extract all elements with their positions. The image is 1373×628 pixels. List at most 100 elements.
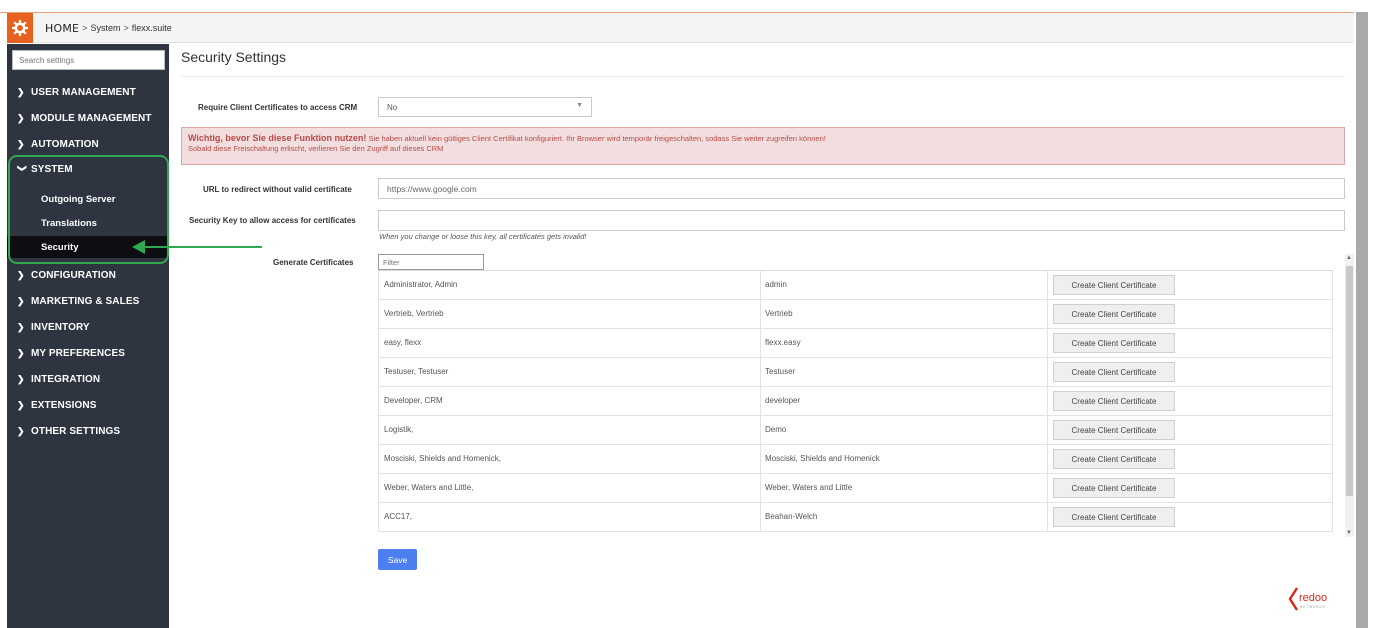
generate-certificates-label: Generate Certificates [273,258,354,267]
save-button[interactable]: Save [378,549,417,570]
breadcrumb-suite[interactable]: flexx.suite [132,23,172,33]
sidebar-item-integration[interactable]: ❯ INTEGRATION [7,367,169,391]
security-key-hint: When you change or loose this key, all c… [379,232,587,241]
column-divider [1047,503,1048,532]
column-divider [1047,474,1048,503]
security-key-label: Security Key to allow access for certifi… [189,216,356,225]
create-client-certificate-button[interactable]: Create Client Certificate [1053,449,1175,469]
user-name-cell: Testuser, Testuser [384,367,449,376]
breadcrumb-separator: > [123,23,129,33]
sidebar-item-label: CONFIGURATION [31,269,116,281]
column-divider [760,300,761,329]
warning-alert: Wichtig, bevor Sie diese Funktion nutzen… [181,127,1345,165]
user-name-cell: Administrator, Admin [384,280,458,289]
username-cell: Mosciski, Shields and Homenick [765,454,880,463]
security-key-input[interactable] [378,210,1345,231]
filter-input[interactable] [378,254,484,270]
app-window: HOME > System > flexx.suite ❯ USER MANAG… [0,0,1373,628]
chevron-right-icon: ❯ [17,321,25,332]
create-client-certificate-button[interactable]: Create Client Certificate [1053,391,1175,411]
sidebar-item-my-preferences[interactable]: ❯ MY PREFERENCES [7,341,169,365]
column-divider [760,387,761,416]
sidebar-item-marketing-sales[interactable]: ❯ MARKETING & SALES [7,289,169,313]
user-name-cell: ACC17, [384,512,413,521]
username-cell: Beahan-Welch [765,512,818,521]
username-cell: flexx.easy [765,338,801,347]
column-divider [1047,445,1048,474]
chevron-right-icon: ❯ [17,347,25,358]
column-divider [1047,300,1048,329]
sidebar-item-label: INTEGRATION [31,373,101,385]
create-client-certificate-button[interactable]: Create Client Certificate [1053,304,1175,324]
settings-gear-icon[interactable] [7,13,33,43]
page-scrollbar[interactable] [1356,12,1368,628]
breadcrumb: HOME > System > flexx.suite [45,13,172,43]
redoo-logo-subtext: NETWORKS [1300,605,1325,609]
users-table: Administrator, Admin admin Create Client… [378,270,1333,537]
require-certificates-select[interactable]: No ▼ [378,97,592,117]
sidebar-item-user-management[interactable]: ❯ USER MANAGEMENT [7,80,169,104]
chevron-right-icon: ❯ [17,425,25,436]
create-client-certificate-button[interactable]: Create Client Certificate [1053,420,1175,440]
sidebar-item-automation[interactable]: ❯ AUTOMATION [7,132,169,156]
create-client-certificate-button[interactable]: Create Client Certificate [1053,333,1175,353]
user-name-cell: Mosciski, Shields and Homenick, [384,454,501,463]
sidebar-item-label: OTHER SETTINGS [31,425,121,437]
sidebar-item-other-settings[interactable]: ❯ OTHER SETTINGS [7,419,169,443]
column-divider [1047,358,1048,387]
main-content: Security Settings Require Client Certifi… [170,44,1354,628]
column-divider [760,358,761,387]
create-client-certificate-button[interactable]: Create Client Certificate [1053,362,1175,382]
table-scrollbar[interactable]: ▲ ▼ [1345,254,1354,537]
sidebar-item-extensions[interactable]: ❯ EXTENSIONS [7,393,169,417]
caret-down-icon: ▼ [576,102,583,109]
column-divider [1047,271,1048,300]
scrollbar-thumb[interactable] [1346,266,1353,496]
table-row: Administrator, Admin admin Create Client… [378,271,1333,300]
table-row: Testuser, Testuser Testuser Create Clien… [378,358,1333,387]
breadcrumb-home[interactable]: HOME [45,22,79,35]
divider [181,76,1345,77]
user-name-cell: easy, flexx [384,338,422,347]
select-value: No [387,103,398,112]
sidebar-item-inventory[interactable]: ❯ INVENTORY [7,315,169,339]
chevron-right-icon: ❯ [17,295,25,306]
sidebar-item-label: USER MANAGEMENT [31,86,136,98]
sidebar-item-label: MODULE MANAGEMENT [31,112,152,124]
username-cell: Demo [765,425,787,434]
user-name-cell: Vertrieb, Vertrieb [384,309,444,318]
sidebar-item-configuration[interactable]: ❯ CONFIGURATION [7,263,169,287]
username-cell: admin [765,280,787,289]
scroll-up-icon[interactable]: ▲ [1346,255,1352,261]
create-client-certificate-button[interactable]: Create Client Certificate [1053,275,1175,295]
sidebar-item-label: INVENTORY [31,321,90,333]
table-row: easy, flexx flexx.easy Create Client Cer… [378,329,1333,358]
create-client-certificate-button[interactable]: Create Client Certificate [1053,478,1175,498]
user-name-cell: Developer, CRM [384,396,443,405]
chevron-right-icon: ❯ [17,86,25,97]
chevron-right-icon: ❯ [17,399,25,410]
username-cell: Vertrieb [765,309,793,318]
alert-message-line2: Sobald diese Freischaltung erlischt, ver… [188,144,444,153]
create-client-certificate-button[interactable]: Create Client Certificate [1053,507,1175,527]
require-certificates-label: Require Client Certificates to access CR… [198,103,358,112]
chevron-right-icon: ❯ [17,269,25,280]
user-name-cell: Weber, Waters and Little, [384,483,474,492]
sidebar-item-module-management[interactable]: ❯ MODULE MANAGEMENT [7,106,169,130]
redoo-logo: redoo NETWORKS [1288,587,1327,611]
search-settings-input[interactable] [12,50,165,70]
breadcrumb-system[interactable]: System [90,23,120,33]
column-divider [760,445,761,474]
chevron-right-icon: ❯ [17,112,25,123]
chevron-right-icon: ❯ [17,138,25,149]
sidebar-item-label: MY PREFERENCES [31,347,126,359]
table-row: Weber, Waters and Little, Weber, Waters … [378,474,1333,503]
column-divider [760,503,761,532]
table-row: ACC17, Beahan-Welch Create Client Certif… [378,503,1333,532]
username-cell: Testuser [765,367,796,376]
table-row: Mosciski, Shields and Homenick, Mosciski… [378,445,1333,474]
sidebar: ❯ USER MANAGEMENT ❯ MODULE MANAGEMENT ❯ … [7,44,169,628]
table-row: Developer, CRM developer Create Client C… [378,387,1333,416]
redirect-url-input[interactable] [378,178,1345,199]
scroll-down-icon[interactable]: ▼ [1346,530,1352,536]
